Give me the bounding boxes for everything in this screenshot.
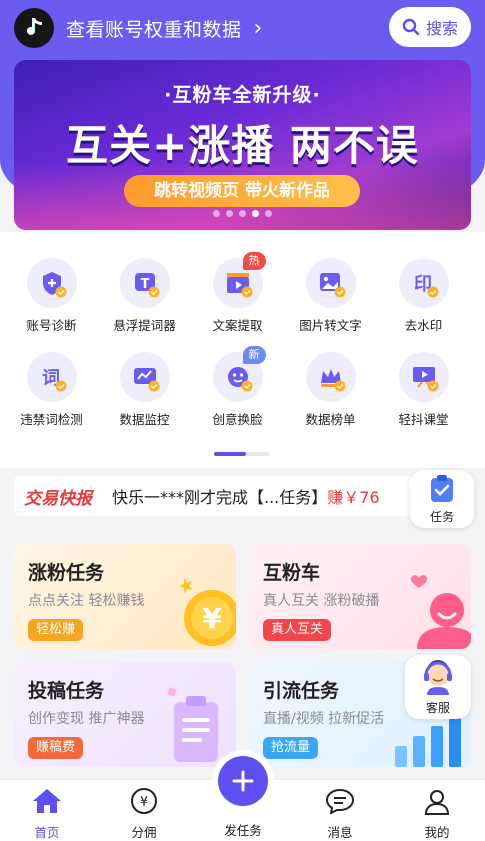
card-tag: 赚稿费 (28, 737, 84, 759)
card-tag: 抢流量 (263, 737, 319, 759)
banner-cta[interactable]: 跳转视频页 带火新作品 (124, 175, 360, 207)
easel-icon (398, 352, 449, 402)
coin-icon: ¥ (179, 578, 236, 646)
customer-service-label: 客服 (425, 701, 450, 715)
trade-news-ticker: 交易快报 快乐一***刚才完成【...任务】 赚￥76 (14, 476, 471, 516)
plus-icon (232, 770, 254, 792)
person-smile-icon (411, 575, 471, 649)
tools-scroll-indicator (214, 452, 270, 456)
tool-label: 图片转文字 (299, 318, 362, 333)
crown-icon (305, 352, 356, 402)
tool-badge: 新 (242, 346, 266, 364)
tool-label: 轻抖课堂 (398, 412, 449, 427)
card-mutual-follow[interactable]: 互粉车 真人互关 涨粉破播 真人互关 (249, 544, 471, 649)
banner-subtitle: ·互粉车全新升级· (164, 84, 321, 106)
home-icon (33, 789, 61, 813)
trade-news-text: 快乐一***刚才完成【...任务】 (112, 488, 328, 507)
account-weight-link[interactable]: 查看账号权重和数据 (66, 15, 242, 42)
banner-headline: 互关+涨播 两不误 (66, 121, 419, 170)
teleprompter-icon: T (119, 258, 170, 308)
chevron-right-icon[interactable]: › (254, 16, 263, 41)
app-logo[interactable] (14, 8, 54, 48)
nav-messages-label: 消息 (327, 825, 353, 840)
face-swap-icon: 新 (212, 346, 266, 402)
banner-dot[interactable] (252, 210, 259, 217)
tool-stamp[interactable]: 印去水印 (375, 258, 472, 334)
nav-home[interactable]: 首页 (7, 788, 87, 841)
nav-commission[interactable]: ¥ 分佣 (104, 788, 184, 841)
clapperboard-icon: 热 (212, 252, 266, 308)
shield-check-icon (26, 258, 77, 308)
customer-service-icon (424, 660, 452, 695)
tool-label: 数据监控 (119, 412, 170, 427)
banner-dot[interactable] (239, 210, 246, 217)
tool-label: 数据榜单 (305, 412, 356, 427)
card-follow-task[interactable]: 涨粉任务 点点关注 轻松赚钱 轻松赚 ¥ (14, 544, 236, 649)
search-icon (402, 18, 420, 36)
tool-monitor-chart[interactable]: 数据监控 (96, 352, 193, 428)
monitor-chart-icon (119, 352, 170, 402)
nav-home-label: 首页 (34, 825, 60, 840)
clipboard-check-icon (431, 475, 453, 502)
tool-label: 创意换脸 (212, 412, 263, 427)
tool-label: 违禁词检测 (20, 412, 83, 427)
card-submission-task[interactable]: 投稿任务 创作变现 推广神器 赚稿费 (14, 662, 236, 767)
svg-text:¥: ¥ (202, 602, 222, 635)
word-check-icon: 词 (26, 352, 77, 402)
svg-text:¥: ¥ (140, 795, 148, 810)
nav-mine-label: 我的 (424, 825, 450, 840)
tool-image-text[interactable]: 图片转文字 (282, 258, 379, 334)
music-note-icon (27, 18, 42, 35)
card-tag: 轻松赚 (28, 619, 84, 641)
banner-pagination (14, 210, 471, 217)
tool-label: 去水印 (404, 318, 443, 333)
tool-word-check[interactable]: 词违禁词检测 (3, 352, 100, 428)
banner-dot[interactable] (226, 210, 233, 217)
tool-badge: 热 (242, 252, 266, 270)
document-icon (167, 687, 218, 762)
nav-mine[interactable]: 我的 (397, 788, 477, 841)
nav-messages[interactable]: 消息 (300, 788, 380, 841)
tool-label: 账号诊断 (26, 318, 77, 333)
bar-growth-icon (395, 716, 461, 767)
promo-banner[interactable]: ·互粉车全新升级· 互关+涨播 两不误 跳转视频页 带火新作品 (14, 60, 471, 230)
tool-teleprompter[interactable]: T 悬浮提词器 (96, 258, 193, 334)
trade-news-logo: 交易快报 (24, 488, 92, 509)
task-float-button[interactable]: 任务 (410, 470, 474, 528)
search-button[interactable]: 搜索 (389, 7, 471, 47)
tool-clapperboard[interactable]: 热文案提取 (189, 252, 286, 334)
tool-label: 悬浮提词器 (113, 318, 176, 333)
publish-task-button[interactable] (218, 756, 268, 806)
tool-face-swap[interactable]: 新创意换脸 (189, 346, 286, 428)
customer-service-button[interactable]: 客服 (405, 655, 471, 719)
search-label: 搜索 (425, 19, 458, 38)
header: 查看账号权重和数据 › 搜索 (0, 0, 485, 56)
user-icon (424, 790, 450, 815)
tools-grid: 账号诊断 T 悬浮提词器热文案提取 图片转文字印去水印词违禁词检测 数据监控新创意换脸数… (0, 232, 485, 468)
tool-label: 文案提取 (212, 318, 263, 333)
publish-task-label: 发任务 (224, 823, 262, 838)
banner-dot[interactable] (213, 210, 220, 217)
tool-easel[interactable]: 轻抖课堂 (375, 352, 472, 428)
trade-news-amount: 赚￥76 (327, 488, 380, 507)
stamp-icon: 印 (398, 258, 449, 308)
yen-coin-icon: ¥ (131, 788, 157, 814)
svg-text:T: T (140, 277, 149, 292)
task-float-label: 任务 (429, 510, 454, 524)
image-text-icon (305, 258, 356, 308)
banner-dot[interactable] (265, 210, 272, 217)
nav-commission-label: 分佣 (131, 825, 157, 840)
chat-bubble-icon (325, 788, 355, 815)
tool-crown[interactable]: 数据榜单 (282, 352, 379, 428)
card-tag: 真人互关 (263, 619, 332, 641)
tool-shield-check[interactable]: 账号诊断 (3, 258, 100, 334)
